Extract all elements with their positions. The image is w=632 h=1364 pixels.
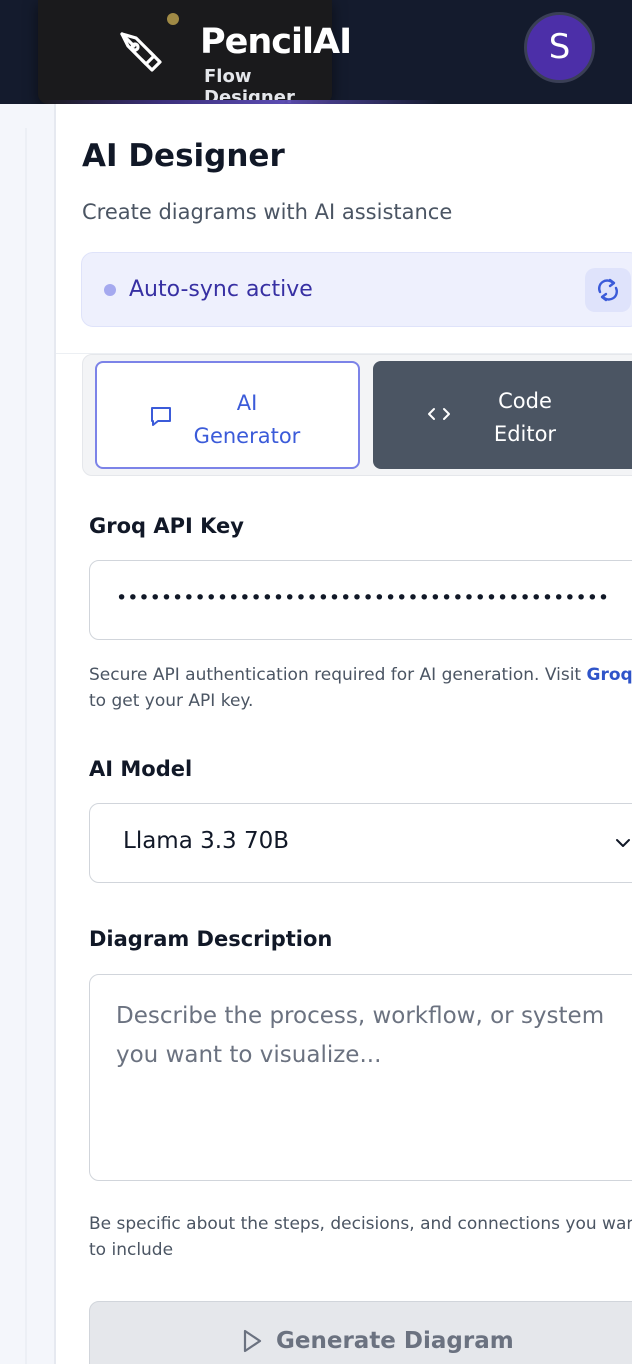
chat-icon bbox=[151, 407, 171, 426]
left-rail bbox=[0, 104, 56, 1364]
groq-link[interactable]: Groq bbox=[586, 665, 632, 685]
description-help: Be specific about the steps, decisions, … bbox=[89, 1214, 632, 1260]
top-bar: PencilAI Flow Designer S bbox=[0, 0, 632, 108]
api-key-help: Secure API authentication required for A… bbox=[89, 662, 632, 714]
left-rail-divider bbox=[25, 128, 27, 1364]
description-placeholder: Describe the process, workflow, or syste… bbox=[116, 1003, 605, 1068]
tab-ai-generator-label: AI Generator bbox=[187, 387, 307, 453]
ai-designer-panel: AI Designer Create diagrams with AI assi… bbox=[56, 104, 632, 1364]
generate-diagram-label: Generate Diagram bbox=[276, 1328, 514, 1354]
api-key-help-suffix: to get your API key. bbox=[89, 691, 254, 711]
play-icon bbox=[243, 1329, 262, 1353]
brand-logo-block[interactable]: PencilAI Flow Designer bbox=[38, 0, 352, 108]
description-textarea[interactable]: Describe the process, workflow, or syste… bbox=[89, 974, 632, 1181]
brand-dot bbox=[167, 13, 179, 25]
sync-indicator-dot bbox=[104, 284, 116, 296]
api-key-value: ••••••••••••••••••••••••••••••••••••••••… bbox=[116, 587, 610, 609]
model-select[interactable]: Llama 3.3 70B bbox=[89, 803, 632, 883]
tab-ai-label-line1: AI bbox=[236, 391, 258, 415]
code-icon bbox=[428, 408, 450, 420]
user-avatar[interactable]: S bbox=[524, 12, 595, 83]
panel-subtitle: Create diagrams with AI assistance bbox=[82, 200, 453, 224]
tab-code-label-line2: Editor bbox=[493, 422, 557, 446]
sync-status-text: Auto-sync active bbox=[129, 277, 313, 302]
model-select-value: Llama 3.3 70B bbox=[123, 828, 290, 854]
tab-code-editor-label: Code Editor bbox=[465, 385, 585, 451]
sync-button[interactable] bbox=[585, 268, 631, 312]
panel-title: AI Designer bbox=[82, 138, 285, 174]
model-label: AI Model bbox=[89, 757, 193, 781]
brand-name: PencilAI bbox=[200, 22, 352, 62]
mode-tabs: AI Generator Code Editor bbox=[82, 354, 632, 476]
api-key-field[interactable]: ••••••••••••••••••••••••••••••••••••••••… bbox=[89, 560, 632, 640]
api-key-help-text: Secure API authentication required for A… bbox=[89, 665, 587, 685]
pen-nib-icon bbox=[120, 32, 162, 72]
tab-ai-label-line2: Generator bbox=[193, 424, 301, 448]
panel-header: AI Designer Create diagrams with AI assi… bbox=[56, 104, 632, 354]
api-key-label: Groq API Key bbox=[89, 514, 244, 538]
tab-ai-generator[interactable]: AI Generator bbox=[95, 361, 360, 469]
description-label: Diagram Description bbox=[89, 927, 333, 951]
tab-code-editor[interactable]: Code Editor bbox=[373, 361, 632, 469]
tab-code-label-line1: Code bbox=[498, 389, 552, 413]
refresh-icon bbox=[598, 278, 618, 302]
generate-diagram-button[interactable]: Generate Diagram bbox=[89, 1301, 632, 1364]
auto-sync-status: Auto-sync active bbox=[81, 252, 632, 327]
chevron-down-icon bbox=[616, 839, 630, 847]
